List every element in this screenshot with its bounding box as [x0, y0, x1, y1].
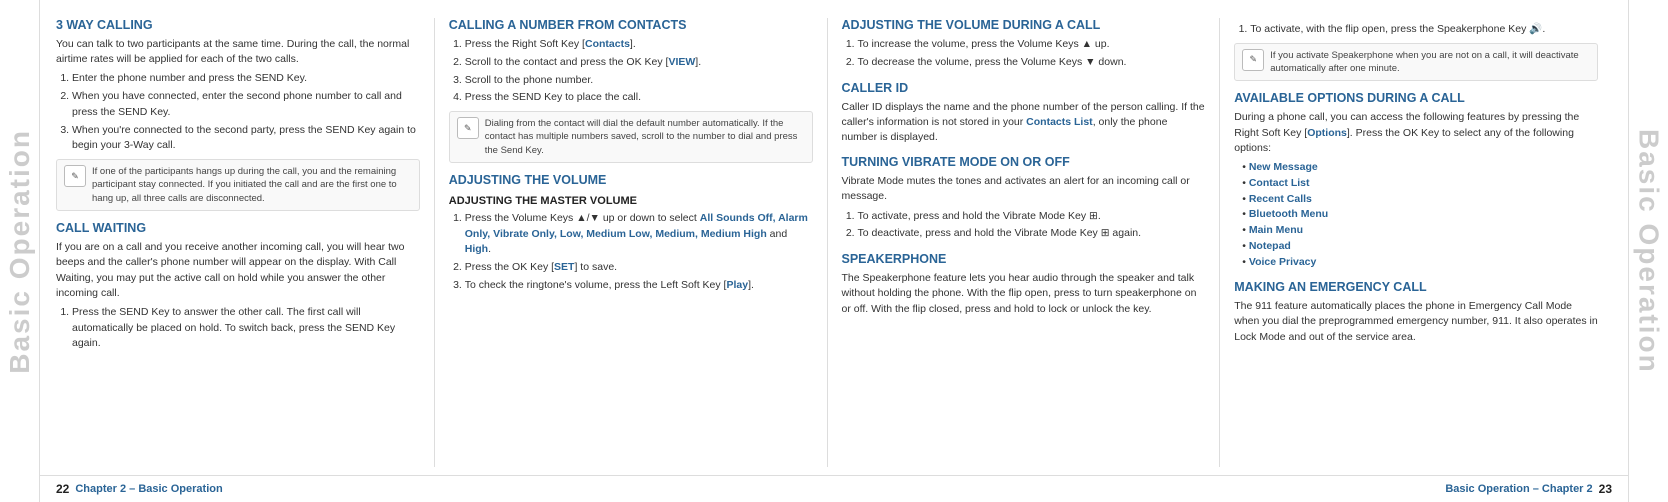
col4-note1: ✎ If you activate Speakerphone when you …: [1234, 43, 1598, 82]
col2-steps1: Press the Right Soft Key [Contacts]. Scr…: [465, 37, 813, 106]
col3-steps3: To activate, press and hold the Vibrate …: [858, 209, 1206, 243]
list-item: Contact List: [1242, 176, 1598, 192]
list-item: Enter the phone number and press the SEN…: [72, 71, 420, 87]
footer-left: 22 Chapter 2 – Basic Operation: [56, 482, 223, 496]
col1-intro2: If you are on a call and you receive ano…: [56, 240, 420, 301]
column-2: CALLING A NUMBER FROM CONTACTS Press the…: [435, 18, 828, 467]
footer-right-page: 23: [1599, 482, 1612, 496]
col1-title2: CALL WAITING: [56, 221, 420, 235]
col3-intro4: The Speakerphone feature lets you hear a…: [842, 271, 1206, 317]
sidebar-right: Basic Operation: [1628, 0, 1668, 502]
col4-step1: To activate, with the flip open, press t…: [1250, 22, 1598, 38]
list-item: Press the Right Soft Key [Contacts].: [465, 37, 813, 53]
col2-subtitle1: ADJUSTING THE MASTER VOLUME: [449, 195, 813, 207]
list-item: New Message: [1242, 160, 1598, 176]
col1-steps2: Press the SEND Key to answer the other c…: [72, 305, 420, 352]
footer: 22 Chapter 2 – Basic Operation Basic Ope…: [40, 475, 1628, 502]
list-item: To deactivate, press and hold the Vibrat…: [858, 226, 1206, 242]
list-item: To check the ringtone's volume, press th…: [465, 278, 813, 294]
list-item: Scroll to the phone number.: [465, 73, 813, 89]
list-item: To activate, press and hold the Vibrate …: [858, 209, 1206, 225]
note-icon: ✎: [64, 165, 86, 187]
col1-note1-text: If one of the participants hangs up duri…: [92, 165, 412, 205]
col2-steps2: Press the Volume Keys ▲/▼ up or down to …: [465, 211, 813, 294]
col1-steps1: Enter the phone number and press the SEN…: [72, 71, 420, 154]
list-item: Press the SEND Key to answer the other c…: [72, 305, 420, 352]
col3-intro3: Vibrate Mode mutes the tones and activat…: [842, 174, 1206, 204]
col2-note1: ✎ Dialing from the contact will dial the…: [449, 111, 813, 163]
col4-note1-text: If you activate Speakerphone when you ar…: [1270, 49, 1590, 76]
column-3: ADJUSTING THE VOLUME DURING A CALL To in…: [828, 18, 1221, 467]
col2-note1-text: Dialing from the contact will dial the d…: [485, 117, 805, 157]
list-item: Main Menu: [1242, 223, 1598, 239]
note-icon: ✎: [1242, 49, 1264, 71]
note-icon: ✎: [457, 117, 479, 139]
list-item: Notepad: [1242, 239, 1598, 255]
col3-steps1: To increase the volume, press the Volume…: [858, 37, 1206, 71]
footer-right: Basic Operation – Chapter 2 23: [1445, 482, 1612, 496]
columns-row: 3 WAY CALLING You can talk to two partic…: [40, 0, 1628, 475]
col2-title1: CALLING A NUMBER FROM CONTACTS: [449, 18, 813, 32]
list-item: To increase the volume, press the Volume…: [858, 37, 1206, 53]
list-item: Voice Privacy: [1242, 255, 1598, 271]
col3-title2: CALLER ID: [842, 81, 1206, 95]
footer-left-page: 22: [56, 482, 69, 496]
sidebar-left-text: Basic Operation: [4, 129, 36, 374]
list-item: Press the OK Key [SET] to save.: [465, 260, 813, 276]
list-item: When you're connected to the second part…: [72, 123, 420, 155]
column-4: To activate, with the flip open, press t…: [1220, 18, 1612, 467]
list-item: When you have connected, enter the secon…: [72, 89, 420, 121]
col3-title1: ADJUSTING THE VOLUME DURING A CALL: [842, 18, 1206, 32]
footer-left-chapter: Chapter 2 – Basic Operation: [75, 483, 222, 495]
list-item: To decrease the volume, press the Volume…: [858, 55, 1206, 71]
col2-title2: ADJUSTING THE VOLUME: [449, 173, 813, 187]
col3-title3: TURNING VIBRATE MODE ON OR OFF: [842, 155, 1206, 169]
col1-title1: 3 WAY CALLING: [56, 18, 420, 32]
sidebar-left: Basic Operation: [0, 0, 40, 502]
col4-title2: MAKING AN EMERGENCY CALL: [1234, 280, 1598, 294]
col4-intro1: During a phone call, you can access the …: [1234, 110, 1598, 156]
footer-right-chapter: Basic Operation – Chapter 2: [1445, 483, 1592, 495]
col4-title1: AVAILABLE OPTIONS DURING A CALL: [1234, 91, 1598, 105]
list-item: Scroll to the contact and press the OK K…: [465, 55, 813, 71]
col4-intro2: The 911 feature automatically places the…: [1234, 299, 1598, 345]
list-item: To activate, with the flip open, press t…: [1250, 22, 1598, 38]
sidebar-right-text: Basic Operation: [1633, 129, 1665, 374]
list-item: Press the SEND Key to place the call.: [465, 90, 813, 106]
col3-title4: SPEAKERPHONE: [842, 252, 1206, 266]
col1-note1: ✎ If one of the participants hangs up du…: [56, 159, 420, 211]
list-item: Bluetooth Menu: [1242, 207, 1598, 223]
col1-intro1: You can talk to two participants at the …: [56, 37, 420, 67]
list-item: Recent Calls: [1242, 192, 1598, 208]
column-1: 3 WAY CALLING You can talk to two partic…: [56, 18, 435, 467]
col3-intro2: Caller ID displays the name and the phon…: [842, 100, 1206, 146]
col4-options: New Message Contact List Recent Calls Bl…: [1242, 160, 1598, 270]
list-item: Press the Volume Keys ▲/▼ up or down to …: [465, 211, 813, 258]
content-area: 3 WAY CALLING You can talk to two partic…: [40, 0, 1628, 502]
